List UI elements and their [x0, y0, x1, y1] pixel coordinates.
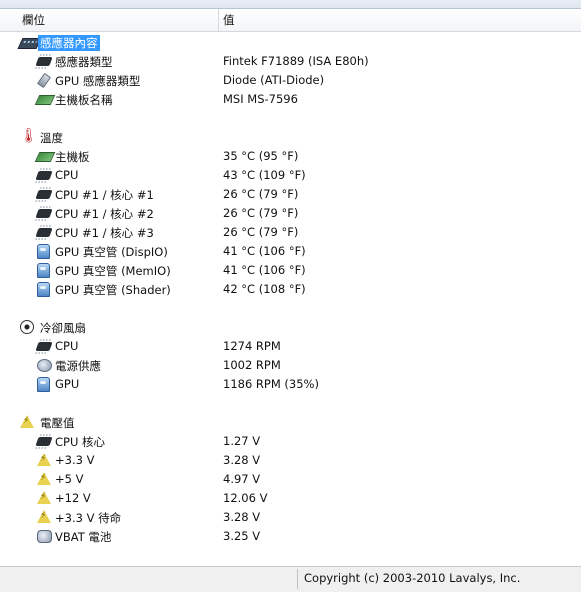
- item-value: 26 °C (79 °F): [223, 225, 299, 239]
- list-item[interactable]: +5 V 4.97 V: [0, 470, 581, 489]
- item-label: CPU: [55, 168, 79, 182]
- section-voltages[interactable]: 電壓值: [0, 413, 581, 432]
- item-label: GPU 真空管 (MemIO): [55, 264, 171, 278]
- list-item[interactable]: CPU 核心 1.27 V: [0, 432, 581, 451]
- list-item[interactable]: 主機板 35 °C (95 °F): [0, 147, 581, 166]
- item-value: 1.27 V: [223, 434, 261, 448]
- status-bar: Copyright (c) 2003-2010 Lavalys, Inc.: [0, 566, 581, 592]
- cpu-chip-icon: [35, 342, 53, 351]
- voltage-icon: [37, 510, 51, 523]
- column-header-field[interactable]: 欄位: [22, 12, 45, 28]
- cpu-chip-icon: [35, 209, 53, 218]
- item-value: 1274 RPM: [223, 339, 281, 353]
- column-separator[interactable]: [218, 9, 219, 31]
- item-label: VBAT 電池: [55, 530, 112, 544]
- item-value: 26 °C (79 °F): [223, 187, 299, 201]
- list-item[interactable]: +3.3 V 待命 3.28 V: [0, 508, 581, 527]
- voltage-icon: [37, 491, 51, 504]
- item-label: GPU: [55, 377, 80, 391]
- item-label: +12 V: [55, 491, 91, 505]
- list-item[interactable]: CPU #1 / 核心 #1 26 °C (79 °F): [0, 185, 581, 204]
- item-label: GPU 真空管 (DispIO): [55, 245, 168, 259]
- item-value: 4.97 V: [223, 472, 261, 486]
- item-value: 3.28 V: [223, 453, 261, 467]
- item-label: +3.3 V: [55, 453, 95, 467]
- item-label: CPU #1 / 核心 #2: [55, 207, 154, 221]
- copyright-text: Copyright (c) 2003-2010 Lavalys, Inc.: [304, 571, 521, 585]
- item-value: 3.25 V: [223, 529, 261, 543]
- gpu-icon: [37, 244, 50, 259]
- item-value: 42 °C (108 °F): [223, 282, 306, 296]
- gpu-icon: [37, 263, 50, 278]
- item-value: 35 °C (95 °F): [223, 149, 299, 163]
- item-value: 1186 RPM (35%): [223, 377, 319, 391]
- voltage-icon: [37, 453, 51, 466]
- item-value: Diode (ATI-Diode): [223, 73, 325, 87]
- list-item[interactable]: 主機板名稱 MSI MS-7596: [0, 90, 581, 109]
- gpu-icon: [37, 377, 50, 392]
- fan-icon: [20, 320, 34, 334]
- item-value: 3.28 V: [223, 510, 261, 524]
- list-item[interactable]: GPU 1186 RPM (35%): [0, 375, 581, 394]
- item-label: 感應器類型: [55, 55, 113, 69]
- section-cooling-fans[interactable]: 冷卻風扇: [0, 318, 581, 337]
- section-sensor-properties[interactable]: 感應器內容: [0, 33, 581, 52]
- item-value: 43 °C (109 °F): [223, 168, 306, 182]
- item-value: 41 °C (106 °F): [223, 263, 306, 277]
- list-item[interactable]: CPU 43 °C (109 °F): [0, 166, 581, 185]
- list-item[interactable]: +3.3 V 3.28 V: [0, 451, 581, 470]
- cpu-chip-icon: [35, 437, 53, 446]
- window-top-edge: [0, 0, 581, 9]
- item-value: 12.06 V: [223, 491, 268, 505]
- item-value: 1002 RPM: [223, 358, 281, 372]
- cpu-chip-icon: [35, 171, 53, 180]
- list-item[interactable]: GPU 感應器類型 Diode (ATI-Diode): [0, 71, 581, 90]
- list-item[interactable]: GPU 真空管 (DispIO) 41 °C (106 °F): [0, 242, 581, 261]
- chip-icon: [35, 57, 53, 66]
- item-label: CPU #1 / 核心 #1: [55, 188, 154, 202]
- cpu-chip-icon: [35, 190, 53, 199]
- column-header: 欄位 值: [0, 9, 581, 32]
- gpu-icon: [37, 282, 50, 297]
- list-item[interactable]: 感應器類型 Fintek F71889 (ISA E80h): [0, 52, 581, 71]
- cpu-chip-icon: [35, 228, 53, 237]
- item-value: 26 °C (79 °F): [223, 206, 299, 220]
- column-header-value[interactable]: 值: [223, 12, 235, 28]
- item-label: CPU #1 / 核心 #3: [55, 226, 154, 240]
- item-label: GPU 感應器類型: [55, 74, 141, 88]
- item-value: 41 °C (106 °F): [223, 244, 306, 258]
- item-value: Fintek F71889 (ISA E80h): [223, 54, 369, 68]
- section-title: 感應器內容: [38, 35, 100, 51]
- list-item[interactable]: CPU #1 / 核心 #2 26 °C (79 °F): [0, 204, 581, 223]
- item-label: CPU: [55, 339, 79, 353]
- motherboard-icon: [34, 95, 56, 105]
- list-item[interactable]: GPU 真空管 (Shader) 42 °C (108 °F): [0, 280, 581, 299]
- power-supply-icon: [37, 359, 52, 372]
- battery-icon: [37, 530, 52, 543]
- list-item[interactable]: GPU 真空管 (MemIO) 41 °C (106 °F): [0, 261, 581, 280]
- voltage-icon: [20, 415, 34, 428]
- list-item[interactable]: VBAT 電池 3.25 V: [0, 527, 581, 546]
- section-title: 溫度: [40, 131, 63, 145]
- voltage-icon: [37, 472, 51, 485]
- motherboard-icon: [34, 152, 56, 162]
- item-label: +5 V: [55, 472, 84, 486]
- probe-icon: [36, 72, 52, 89]
- item-value: MSI MS-7596: [223, 92, 298, 106]
- item-label: 電源供應: [55, 359, 101, 373]
- item-label: 主機板: [55, 150, 90, 164]
- item-label: +3.3 V 待命: [55, 511, 122, 525]
- list-item[interactable]: CPU 1274 RPM: [0, 337, 581, 356]
- status-divider: [297, 569, 298, 589]
- item-label: GPU 真空管 (Shader): [55, 283, 171, 297]
- thermometer-icon: 🌡: [20, 128, 38, 144]
- list-item[interactable]: +12 V 12.06 V: [0, 489, 581, 508]
- item-label: 主機板名稱: [55, 93, 113, 107]
- section-temperatures[interactable]: 🌡 溫度: [0, 128, 581, 147]
- section-title: 冷卻風扇: [40, 321, 86, 335]
- list-item[interactable]: CPU #1 / 核心 #3 26 °C (79 °F): [0, 223, 581, 242]
- list-item[interactable]: 電源供應 1002 RPM: [0, 356, 581, 375]
- section-title: 電壓值: [40, 416, 75, 430]
- item-label: CPU 核心: [55, 435, 106, 449]
